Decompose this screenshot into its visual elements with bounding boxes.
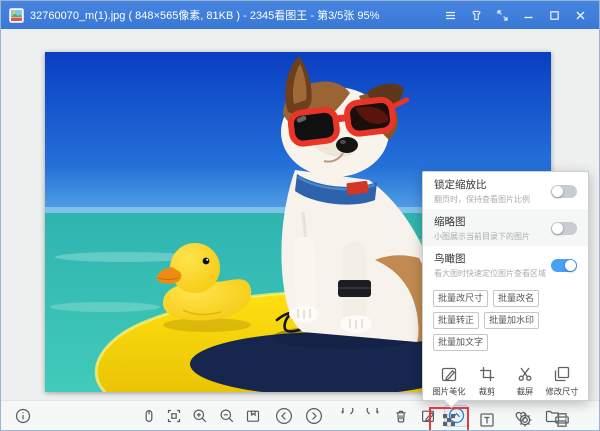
delete-icon[interactable] [391,406,411,426]
skin-icon[interactable] [465,5,487,25]
close-button[interactable] [569,5,591,25]
zoom-out-icon[interactable] [217,406,237,426]
tool-screenshot[interactable]: 截屏 [507,363,542,400]
zoom-in-icon[interactable] [190,406,210,426]
batch-rotate-button[interactable]: 批量转正 [433,312,480,329]
fullscreen-icon[interactable] [491,5,513,25]
maximize-button[interactable] [543,5,565,25]
birdseye-desc: 看大图时快速定位图片查看区域 [434,269,546,278]
rotate-right-icon[interactable] [364,406,384,426]
mosaic-icon [440,411,458,429]
crop-icon [478,365,496,383]
batch-resize-button[interactable]: 批量改尺寸 [433,290,489,307]
batch-buttons: 批量改尺寸 批量改名 批量转正 批量加水印 批量加文字 [423,283,588,355]
add-text-icon [478,411,496,429]
toggle-row-birdseye: 鸟瞰图 看大图时快速定位图片查看区域 [423,246,588,283]
window-title: 32760070_m(1).jpg ( 848×565像素, 81KB ) - … [30,10,380,22]
prev-image-button[interactable] [274,406,294,426]
tool-crop[interactable]: 裁剪 [469,363,505,400]
actual-size-icon[interactable] [243,406,263,426]
app-window: 32760070_m(1).jpg ( 848×565像素, 81KB ) - … [0,0,600,431]
birdseye-label: 鸟瞰图 [434,253,466,265]
batch-addtext-button[interactable]: 批量加文字 [433,334,489,351]
tool-label: 截屏 [516,387,533,397]
settings-popup: 锁定缩放比 翻页时，保持查看图片比例 缩略图 小图展示当前目录下的图片 鸟瞰图 … [422,171,589,430]
screenshot-icon [516,365,534,383]
info-icon[interactable] [13,406,33,426]
thumbnail-label: 缩略图 [434,216,466,228]
tool-label: 修改尺寸 [545,387,579,397]
next-image-button[interactable] [304,406,324,426]
app-logo-icon [9,7,24,23]
tool-settings[interactable]: 设置 [507,409,542,430]
toggle-row-thumbnail: 缩略图 小图展示当前目录下的图片 [423,209,588,246]
batch-rename-button[interactable]: 批量改名 [493,290,540,307]
minimize-button[interactable] [517,5,539,25]
batch-watermark-button[interactable]: 批量加水印 [484,312,540,329]
rotate-left-icon[interactable] [336,406,356,426]
toggle-row-lock-zoom: 锁定缩放比 翻页时，保持查看图片比例 [423,172,588,209]
print-icon [553,411,571,429]
tool-grid: 图片美化 裁剪 截屏 修改尺寸 马赛克 添加文字 [423,355,588,430]
tool-add-text[interactable]: 添加文字 [469,409,505,430]
beautify-icon [440,365,458,383]
resize-icon [553,365,571,383]
tool-label: 裁剪 [478,387,496,397]
lock-zoom-desc: 翻页时，保持查看图片比例 [434,195,530,204]
fit-window-icon[interactable] [164,406,184,426]
window-controls [439,5,591,25]
tool-print[interactable]: 打印 [544,409,580,430]
thumbnail-toggle[interactable] [551,221,577,235]
birdseye-toggle[interactable] [551,258,577,272]
thumbnail-desc: 小图展示当前目录下的图片 [434,232,530,241]
titlebar[interactable]: 32760070_m(1).jpg ( 848×565像素, 81KB ) - … [1,1,599,29]
lock-zoom-toggle[interactable] [551,184,577,198]
settings-icon [516,411,534,429]
lock-zoom-label: 锁定缩放比 [434,179,487,191]
tool-mosaic[interactable]: 马赛克 [428,407,470,430]
menu-icon[interactable] [439,5,461,25]
hand-tool-icon[interactable] [139,406,159,426]
tool-resize[interactable]: 修改尺寸 [544,363,580,400]
